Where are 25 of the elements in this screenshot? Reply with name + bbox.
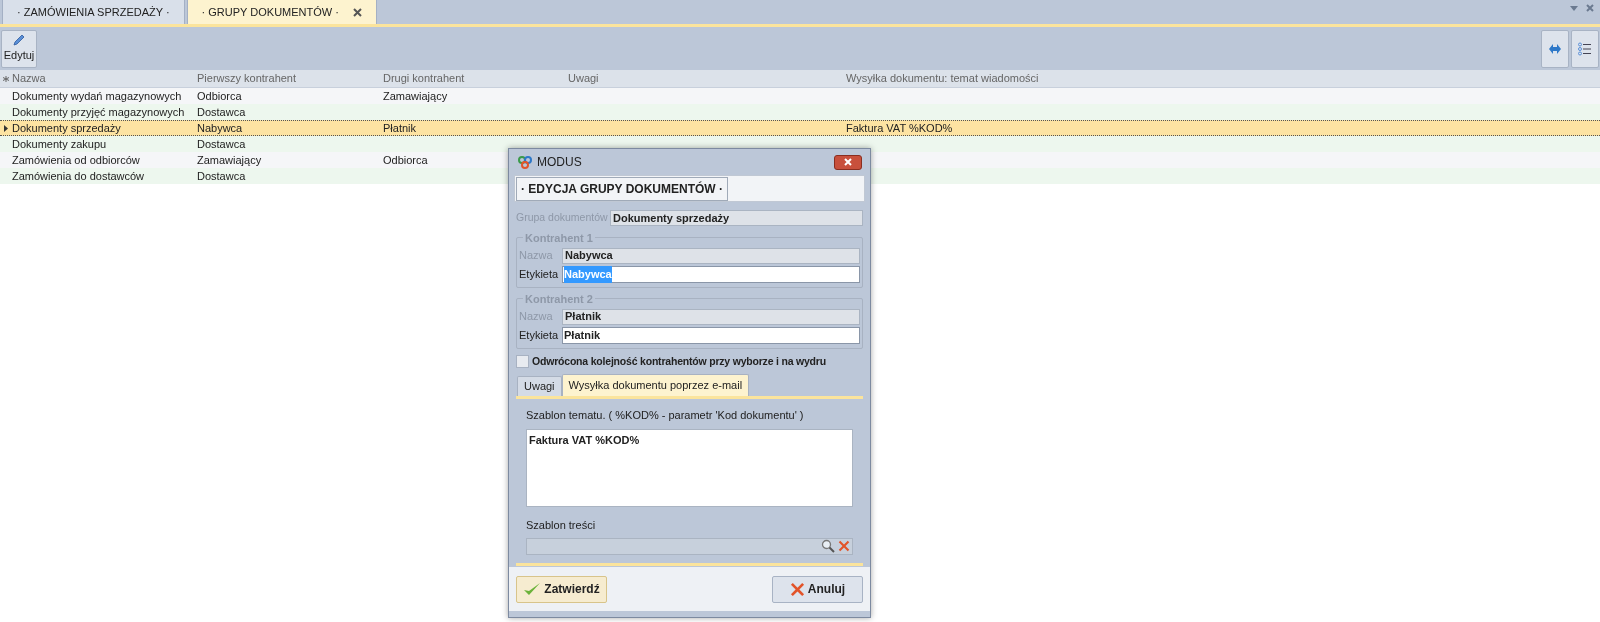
field-label: Szablon treści — [526, 518, 597, 534]
table-cell: Zamówienia do dostawców — [12, 169, 145, 182]
dialog-header: · EDYCJA GRUPY DOKUMENTÓW · — [516, 176, 728, 201]
table-cell: Odbiorca — [383, 153, 428, 166]
field-label: Etykieta — [519, 267, 560, 283]
table-cell: Płatnik — [383, 121, 417, 134]
field-label: Szablon tematu. ( %KOD% - parametr 'Kod dokumentu' ) — [526, 407, 805, 423]
table-cell: Dokumenty wydań magazynowych — [12, 89, 182, 102]
table-cell: Odbiorca — [197, 89, 242, 102]
table-cell: Dokumenty zakupu — [12, 137, 107, 150]
table-cell: Zamawiający — [197, 153, 262, 166]
table-cell: Dokumenty przyjęć magazynowych — [12, 105, 185, 118]
field-label: Etykieta — [519, 328, 560, 344]
checkbox-label: Odwrócona kolejność kontrahentów przy wyborze i na wydru — [532, 354, 826, 369]
table-cell: Dostawca — [197, 169, 246, 182]
table-cell: Zamówienia od odbiorców — [12, 153, 140, 166]
window-title: MODUS — [537, 154, 582, 171]
table-cell: Dokumenty sprzedaży — [12, 121, 121, 134]
field-value: Płatnik — [564, 328, 601, 344]
table-cell: Dostawca — [197, 105, 246, 118]
table-cell: Nabywca — [197, 121, 243, 134]
table-cell: Dostawca — [197, 137, 246, 150]
table-cell: Zamawiający — [383, 89, 448, 102]
table-cell: Faktura VAT %KOD% — [846, 121, 953, 134]
field-value: Nabywca — [564, 266, 612, 283]
